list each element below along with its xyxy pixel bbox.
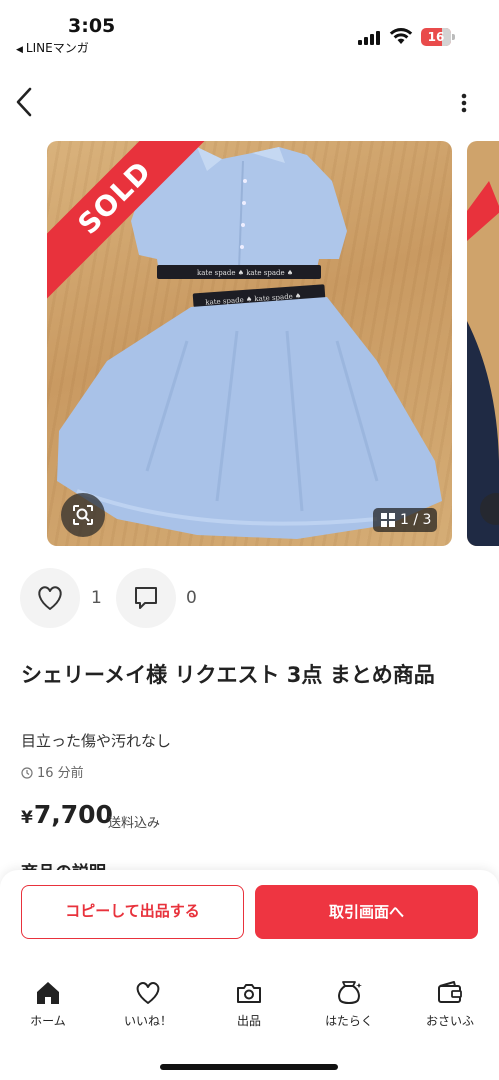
tab-likes[interactable]: いいね！ [113,980,183,1029]
back-app-label: LINEマンガ [25,41,89,55]
tab-label: ホーム [30,1014,66,1028]
home-indicator [160,1064,338,1070]
comment-bubble-icon [135,587,157,609]
wifi-icon [389,28,413,44]
copy-and-list-button[interactable]: コピーして出品する [21,885,244,939]
comment-count: 0 [186,588,197,608]
comment-button[interactable] [116,568,176,628]
next-product-photo[interactable] [467,141,499,546]
tab-label: いいね！ [123,1014,172,1028]
price-value: 7,700 [33,800,113,829]
like-button[interactable] [20,568,80,628]
shipping-note: 送料込み [108,816,161,831]
item-condition: 目立った傷や汚れなし [21,732,172,750]
status-bar: 3:05 ◀ LINEマンガ 16 [0,0,499,62]
tab-sell[interactable]: 出品 [214,980,284,1029]
svg-text:kate spade ♠ kate spade ♠: kate spade ♠ kate spade ♠ [197,269,293,277]
tab-label: はたらく [325,1014,373,1028]
tab-label: おさいふ [425,1014,474,1028]
home-icon [37,982,59,1004]
heart-outline-icon [38,586,62,610]
price-currency: ¥ [21,808,33,828]
tab-wallet[interactable]: おさいふ [415,980,485,1029]
posted-time-text: 16 分前 [37,766,84,781]
battery-level: 16 [427,30,445,44]
more-options-icon[interactable] [454,90,474,116]
like-count: 1 [91,588,102,608]
signal-icon [358,31,382,45]
tab-bar: ホーム いいね！ 出品 はたらく おさいふ [0,980,499,1042]
heart-icon [136,982,160,1004]
coin-bag-icon [338,981,362,1004]
item-price: ¥7,700 [21,800,113,829]
bottom-action-sheet: コピーして出品する 取引画面へ ホーム いいね！ 出品 はたらく おさいふ [0,870,499,1080]
grid-icon [381,513,395,527]
tab-label: 出品 [236,1014,261,1028]
back-to-app-link[interactable]: ◀ LINEマンガ [16,39,89,56]
photo-counter-badge: 1 / 3 [373,508,437,532]
tab-work[interactable]: はたらく [314,980,384,1029]
scan-search-icon [73,505,93,525]
wallet-icon [438,981,462,1003]
status-time: 3:05 [68,15,116,37]
tab-home[interactable]: ホーム [13,980,83,1029]
image-search-button[interactable] [61,493,105,537]
go-to-transaction-button[interactable]: 取引画面へ [255,885,478,939]
posted-time: 16 分前 [21,762,84,781]
next-photo-preview [467,181,499,546]
item-title: シェリーメイ様 リクエスト 3点 まとめ商品 [21,663,435,687]
back-chevron-icon[interactable] [10,84,42,120]
product-photo[interactable]: kate spade ♠ kate spade ♠ kate spade ♠ k… [47,141,452,546]
battery-icon: 16 [421,28,455,46]
photo-counter: 1 / 3 [400,512,432,528]
clock-icon [21,767,33,779]
camera-icon [237,984,261,1003]
